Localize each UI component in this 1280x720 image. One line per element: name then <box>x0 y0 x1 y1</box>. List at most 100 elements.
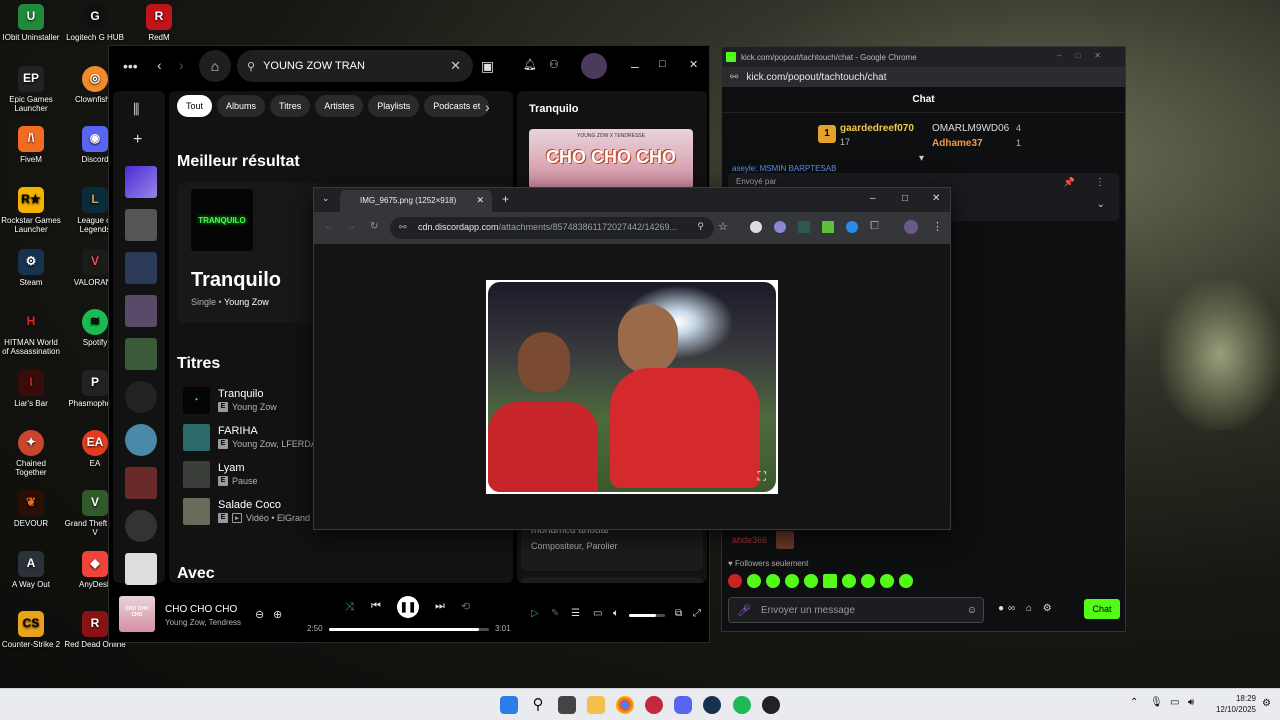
forward-icon[interactable]: → <box>346 221 356 232</box>
desktop-icon-fivem[interactable]: /\ FiveM <box>0 126 62 164</box>
pause-button[interactable]: ❚❚ <box>397 596 419 618</box>
filter-albums[interactable]: Albums <box>217 95 266 117</box>
site-info-icon[interactable]: ⚯ <box>730 72 738 83</box>
clear-search-icon[interactable]: ✕ <box>450 58 461 74</box>
extension-icon[interactable] <box>846 221 858 233</box>
notifications-icon[interactable]: 🔔︎ <box>523 58 537 71</box>
track-row[interactable]: FARIHA E Young Zow, LFERDA <box>183 422 317 452</box>
more-icon[interactable]: ⋮ <box>1095 177 1105 188</box>
expand-icon[interactable]: ⌄ <box>1097 199 1105 210</box>
desktop-icon-redm[interactable]: R RedM <box>128 4 190 42</box>
search-box[interactable]: ⚲ YOUNG ZOW TRAN ✕ <box>237 50 473 82</box>
library-item[interactable] <box>125 252 157 284</box>
track-artist[interactable]: Pause <box>232 476 258 486</box>
notification-icon[interactable]: ⚙ <box>1262 698 1271 709</box>
browse-icon[interactable]: ▣ <box>481 58 494 75</box>
collapse-icon[interactable]: ▾ <box>919 153 924 164</box>
filter-titles[interactable]: Titres <box>270 95 311 117</box>
desktop-icon-rockstar[interactable]: R★ Rockstar Games Launcher <box>0 187 62 234</box>
filter-playlists[interactable]: Playlists <box>368 95 420 117</box>
window-controls[interactable]: –□✕ <box>1057 51 1115 60</box>
library-icon[interactable]: ⫼ <box>133 101 139 118</box>
lyrics-icon[interactable]: ✎ <box>551 608 559 619</box>
library-item[interactable] <box>125 424 157 456</box>
start-icon[interactable] <box>500 696 518 714</box>
infinity-icon[interactable]: ●∞ <box>998 603 1019 614</box>
viewer-address-bar[interactable]: ⚯ cdn.discordapp.com/attachments/8574838… <box>390 217 714 239</box>
emoji-icon[interactable]: ☺ <box>967 605 977 616</box>
add-to-library-icon[interactable]: ⊕ <box>273 608 282 621</box>
track-row[interactable]: ✦ Tranquilo E Young Zow <box>183 385 277 415</box>
desktop-icon-liarsbar[interactable]: I Liar's Bar <box>0 370 62 408</box>
library-item[interactable] <box>125 381 157 413</box>
desktop-icon-hitman[interactable]: H HITMAN World of Assassination <box>0 309 62 356</box>
library-item[interactable] <box>125 553 157 585</box>
shuffle-icon[interactable]: ⤨ <box>345 601 354 614</box>
back-icon[interactable]: ← <box>324 221 334 232</box>
network-icon[interactable]: ▭ <box>1170 697 1179 708</box>
chrome-icon[interactable] <box>616 696 634 714</box>
settings-icon[interactable]: ⚙ <box>1043 603 1056 614</box>
mic-tray-icon[interactable]: 🎙︎ <box>1150 697 1163 708</box>
leader-2-name[interactable]: OMARLM9WD06 <box>932 123 1009 134</box>
emote-icon[interactable] <box>861 574 875 588</box>
bookmark-star-icon[interactable]: ☆ <box>718 220 728 233</box>
emote-icon[interactable] <box>785 574 799 588</box>
tray-chevron-icon[interactable]: ⌃ <box>1130 697 1138 708</box>
tab-image[interactable]: IMG_9675.png (1252×918) ✕ <box>340 190 492 212</box>
forward-icon[interactable]: › <box>179 57 184 73</box>
desktop-icon-awayout[interactable]: AA Way Out <box>0 551 62 589</box>
add-icon[interactable]: + <box>133 131 142 149</box>
emote-icon[interactable] <box>766 574 780 588</box>
desktop-icon-iobit[interactable]: U IObit Uninstaller <box>0 4 62 42</box>
search-input[interactable]: YOUNG ZOW TRAN <box>263 60 365 72</box>
emote-icon[interactable] <box>728 574 742 588</box>
track-artist[interactable]: Young Zow, LFERDA <box>232 439 317 449</box>
fullscreen-icon[interactable]: ⤢ <box>693 608 701 619</box>
new-tab-icon[interactable]: + <box>502 192 509 206</box>
obs-icon[interactable] <box>762 696 780 714</box>
filter-podcasts[interactable]: Podcasts et <box>424 95 490 117</box>
queue-icon[interactable]: ☰ <box>571 608 580 619</box>
minimize-icon[interactable]: – <box>631 58 639 74</box>
next-icon[interactable]: ⏭︎ <box>435 600 445 613</box>
volume-tray-icon[interactable]: 🔊︎ <box>1188 697 1194 708</box>
task-view-icon[interactable] <box>558 696 576 714</box>
chat-username[interactable]: abde366 <box>732 535 767 545</box>
steam-taskbar-icon[interactable] <box>703 696 721 714</box>
track-row[interactable]: Lyam E Pause <box>183 459 258 489</box>
maximize-icon[interactable]: □ <box>659 58 666 70</box>
extension-icon[interactable] <box>774 221 786 233</box>
desktop-icon-devour[interactable]: ❦ DEVOUR <box>0 490 62 528</box>
remove-icon[interactable]: ⊖ <box>255 608 264 621</box>
close-icon[interactable]: ✕ <box>689 58 698 71</box>
leader-1-name[interactable]: gaardedreef070 <box>840 123 914 134</box>
volume-slider[interactable] <box>629 614 665 617</box>
desktop-icon-chained[interactable]: ✦ Chained Together <box>0 430 62 477</box>
track-row[interactable]: Salade Coco E ▸ Vidéo • ElGrand <box>183 496 310 526</box>
store-icon[interactable]: ⌂ <box>1026 603 1036 614</box>
clock[interactable]: 18:29 12/10/2025 <box>1208 693 1256 715</box>
desktop-icon-epic[interactable]: EP Epic Games Launcher <box>0 66 62 113</box>
home-icon[interactable]: ⌂ <box>199 50 231 82</box>
desktop-icon-cs2[interactable]: CS Counter-Strike 2 <box>0 611 62 649</box>
pin-icon[interactable]: 📌 <box>1064 177 1075 188</box>
tab-list-icon[interactable]: ⌄ <box>322 193 330 204</box>
extension-icon[interactable] <box>750 221 762 233</box>
viewer-minimize-icon[interactable]: – <box>870 193 876 204</box>
player-cover[interactable]: CHO CHO CHO <box>119 596 155 632</box>
friends-icon[interactable]: ⚇ <box>549 58 559 71</box>
player-artist[interactable]: Young Zow, Tendress <box>165 618 245 627</box>
emote-icon[interactable] <box>842 574 856 588</box>
filter-all[interactable]: Tout <box>177 95 213 117</box>
viewer-close-icon[interactable]: ✕ <box>932 193 940 204</box>
search-icon[interactable]: ⚲ <box>529 696 547 714</box>
back-icon[interactable]: ‹ <box>157 57 162 73</box>
extensions-puzzle-icon[interactable]: ⧠ <box>870 220 879 233</box>
repeat-icon[interactable]: ⟲ <box>461 600 470 613</box>
more-options-icon[interactable]: ••• <box>123 58 138 74</box>
filter-artists[interactable]: Artistes <box>315 95 364 117</box>
viewer-maximize-icon[interactable]: □ <box>902 193 908 204</box>
library-item[interactable] <box>125 510 157 542</box>
profile-avatar[interactable] <box>904 220 918 234</box>
